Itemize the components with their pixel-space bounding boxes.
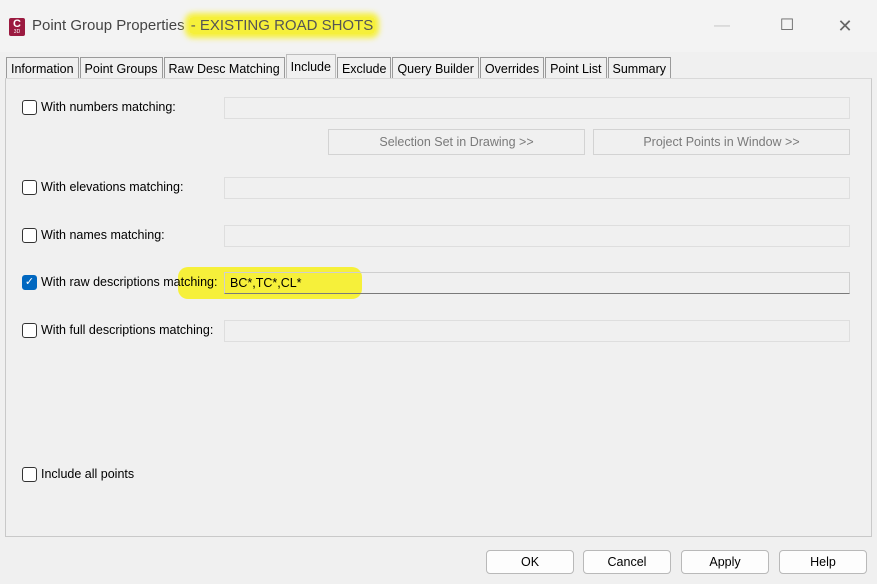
- close-icon[interactable]: ✕: [830, 14, 860, 38]
- tab-summary[interactable]: Summary: [607, 57, 671, 80]
- include-all-label: Include all points: [41, 467, 135, 481]
- raw-descriptions-row: ✓ With raw descriptions matching:: [22, 273, 222, 295]
- tab-include[interactable]: Include: [285, 54, 336, 79]
- tab-strip: Information Point Groups Raw Desc Matching…: [6, 54, 672, 80]
- ok-button[interactable]: OK: [486, 550, 574, 574]
- include-all-checkbox[interactable]: [22, 467, 37, 482]
- tab-point-list[interactable]: Point List: [545, 57, 607, 80]
- numbers-label: With numbers matching:: [41, 100, 176, 114]
- tab-raw-desc-matching[interactable]: Raw Desc Matching: [163, 57, 285, 80]
- numbers-field[interactable]: [224, 97, 850, 119]
- civil3d-app-icon: C 3D: [9, 18, 25, 36]
- names-field[interactable]: [224, 225, 850, 247]
- app-icon-sub: 3D: [13, 29, 21, 35]
- full-descriptions-row: With full descriptions matching:: [22, 321, 222, 343]
- names-label: With names matching:: [41, 228, 165, 242]
- cancel-button[interactable]: Cancel: [583, 550, 671, 574]
- tab-overrides[interactable]: Overrides: [479, 57, 545, 80]
- tab-query-builder[interactable]: Query Builder: [392, 57, 479, 80]
- elevations-label: With elevations matching:: [41, 180, 184, 194]
- elevations-checkbox[interactable]: [22, 180, 37, 195]
- full-descriptions-field[interactable]: [224, 320, 850, 342]
- window-title: Point Group Properties - EXISTING ROAD S…: [32, 17, 376, 34]
- window-title-main: Point Group Properties: [32, 17, 185, 34]
- include-panel: With numbers matching: Selection Set in …: [5, 78, 872, 537]
- raw-descriptions-field[interactable]: BC*,TC*,CL*: [224, 272, 850, 294]
- full-descriptions-label: With full descriptions matching:: [41, 323, 214, 337]
- raw-descriptions-checkbox[interactable]: ✓: [22, 275, 37, 290]
- raw-descriptions-label: With raw descriptions matching:: [41, 275, 218, 289]
- tab-information[interactable]: Information: [6, 57, 79, 80]
- numbers-checkbox[interactable]: [22, 100, 37, 115]
- selection-set-in-drawing-button[interactable]: Selection Set in Drawing >>: [328, 129, 585, 155]
- maximize-icon[interactable]: ☐: [772, 14, 802, 38]
- tab-exclude[interactable]: Exclude: [336, 57, 392, 80]
- elevations-field[interactable]: [224, 177, 850, 199]
- minimize-icon[interactable]: —: [707, 14, 737, 38]
- names-checkbox[interactable]: [22, 228, 37, 243]
- window-title-group-name: - EXISTING ROAD SHOTS: [188, 17, 376, 34]
- title-bar: C 3D Point Group Properties - EXISTING R…: [0, 0, 877, 52]
- project-points-in-window-button[interactable]: Project Points in Window >>: [593, 129, 850, 155]
- apply-button[interactable]: Apply: [681, 550, 769, 574]
- full-descriptions-checkbox[interactable]: [22, 323, 37, 338]
- help-button[interactable]: Help: [779, 550, 867, 574]
- raw-descriptions-value: BC*,TC*,CL*: [230, 276, 302, 290]
- tab-point-groups[interactable]: Point Groups: [79, 57, 163, 80]
